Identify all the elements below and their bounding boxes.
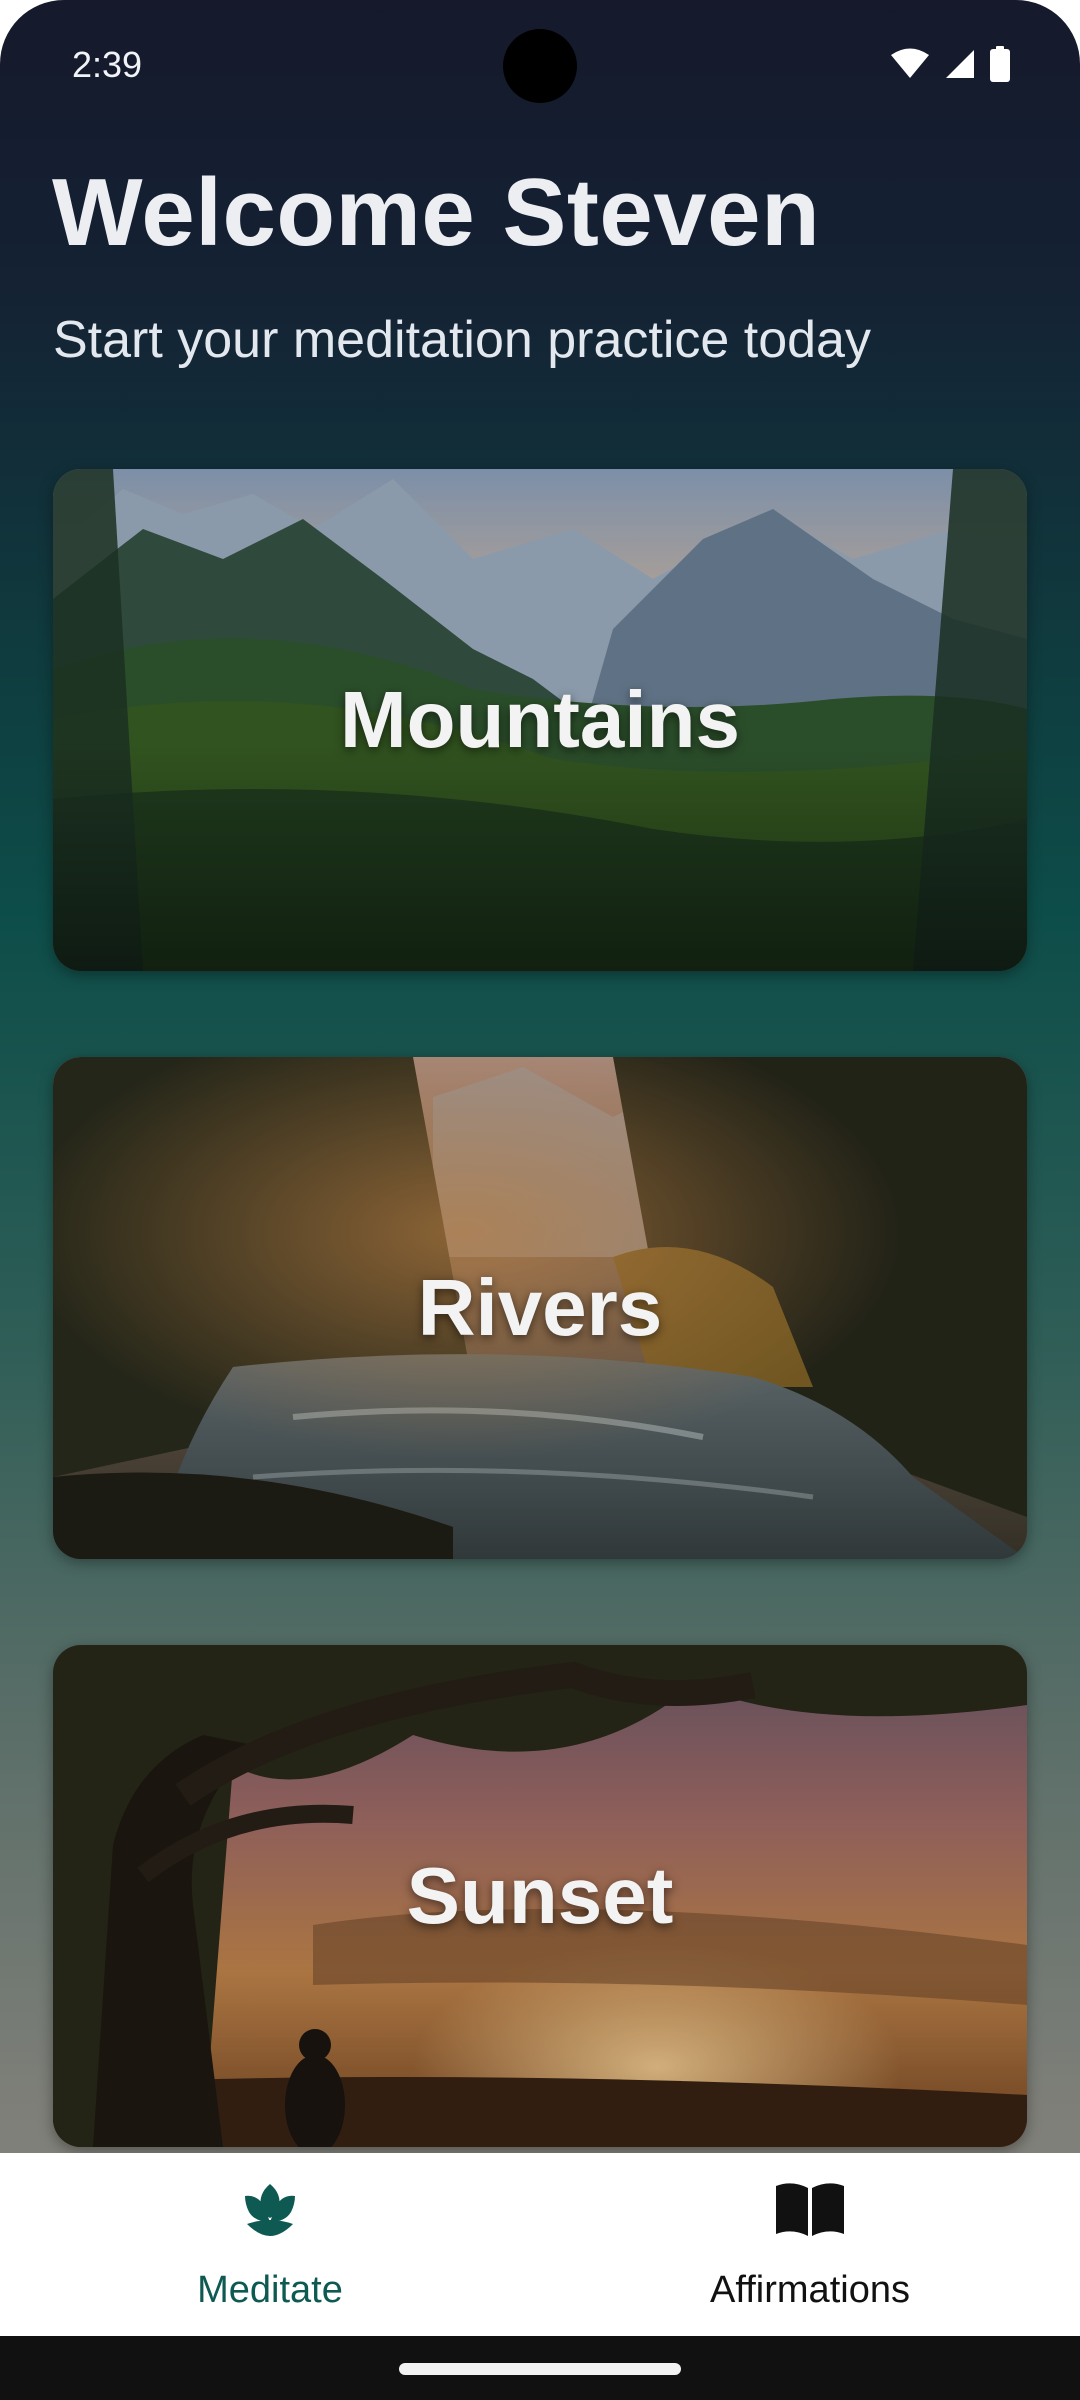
camera-cutout bbox=[503, 29, 577, 103]
status-bar: 2:39 bbox=[0, 0, 1080, 130]
meditation-card-mountains[interactable]: Mountains bbox=[53, 469, 1027, 971]
battery-icon bbox=[990, 46, 1010, 82]
status-time: 2:39 bbox=[72, 44, 143, 85]
cellular-signal-icon bbox=[946, 50, 974, 78]
open-book-icon bbox=[776, 2183, 844, 2236]
meditation-card-sunset[interactable]: Sunset bbox=[53, 1645, 1027, 2147]
bottom-navigation: Meditate Affirmations bbox=[0, 2153, 1080, 2336]
status-icons bbox=[890, 46, 1010, 82]
card-label-sunset: Sunset bbox=[406, 1851, 674, 1940]
nav-label-meditate: Meditate bbox=[197, 2269, 343, 2311]
gesture-navigation-area bbox=[0, 2336, 1080, 2400]
card-label-rivers: Rivers bbox=[417, 1263, 663, 1352]
card-label-mountains: Mountains bbox=[340, 675, 740, 764]
nav-label-affirmations: Affirmations bbox=[710, 2269, 910, 2311]
page-title: Welcome Steven bbox=[52, 159, 821, 266]
home-gesture-handle[interactable] bbox=[399, 2363, 681, 2375]
meditation-card-rivers[interactable]: Rivers bbox=[53, 1057, 1027, 1559]
nav-item-meditate[interactable]: Meditate bbox=[0, 2153, 540, 2336]
wifi-icon bbox=[891, 48, 929, 78]
lotus-icon bbox=[245, 2184, 295, 2236]
page-subtitle: Start your meditation practice today bbox=[53, 311, 871, 369]
app-screen: 2:39 Welcome Steven Start your meditatio… bbox=[0, 0, 1080, 2400]
nav-item-affirmations[interactable]: Affirmations bbox=[540, 2153, 1080, 2336]
